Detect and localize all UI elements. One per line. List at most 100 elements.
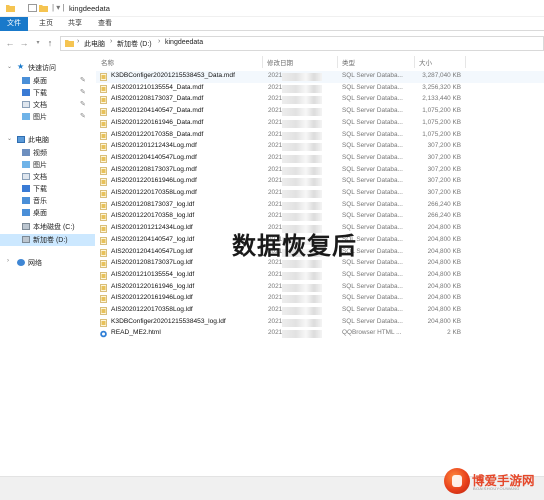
file-size: 204,800 KB (427, 270, 461, 278)
nav-pc-desktop[interactable]: 桌面 (0, 207, 95, 219)
file-row[interactable]: AIS20201220170358_Data.mdf 2021 SQL Server… (96, 130, 544, 142)
nav-pc-videos[interactable]: 视频 (0, 147, 95, 159)
properties-icon[interactable] (28, 4, 37, 12)
file-size: 204,800 KB (427, 259, 461, 267)
new-folder-icon[interactable] (39, 4, 48, 12)
file-row[interactable]: AIS20201208173037_log.ldf 2021 SQL Server … (96, 200, 544, 212)
forward-button[interactable]: → (19, 37, 29, 49)
column-header-size[interactable]: 大小 (419, 57, 432, 67)
tab-view[interactable]: 查看 (94, 17, 116, 31)
file-size: 1,075,200 KB (422, 118, 461, 126)
column-header-type[interactable]: 类型 (342, 57, 355, 67)
file-row[interactable]: AIS20201208173037Log.mdf 2021 SQL Server D… (96, 165, 544, 177)
file-name: K3DBConfiger20201215538453_Data.mdf (111, 72, 235, 79)
file-row[interactable]: READ_ME2.html 2021 QQBrowser HTML ... 2 KB (96, 328, 544, 340)
file-row[interactable]: AIS20201220170358Log.ldf 2021 SQL Server D… (96, 305, 544, 317)
file-size: 204,800 KB (427, 282, 461, 290)
file-row[interactable]: AIS20201220161946Log.mdf 2021 SQL Server D… (96, 176, 544, 188)
network-icon (17, 259, 25, 266)
file-row[interactable]: AIS20201204140547Log.mdf 2021 SQL Server D… (96, 153, 544, 165)
file-name: READ_ME2.html (111, 329, 161, 337)
file-row[interactable]: AIS20201210135554_log.ldf 2021 SQL Server … (96, 270, 544, 282)
file-row[interactable]: K3DBConfiger20201215538453_log.ldf 2021 SQ… (96, 317, 544, 329)
nav-quick-documents[interactable]: 文档 ✎ (0, 99, 95, 111)
column-divider[interactable] (465, 56, 466, 68)
file-row[interactable]: AIS20201204140547_Data.mdf 2021 SQL Server… (96, 106, 544, 118)
breadcrumb-separator[interactable]: › (77, 38, 79, 45)
back-button[interactable]: ← (5, 37, 15, 49)
pin-icon[interactable]: ✎ (80, 76, 86, 84)
nav-label: 文档 (33, 102, 47, 109)
database-file-icon (100, 73, 107, 81)
nav-quick-desktop[interactable]: 桌面 ✎ (0, 75, 95, 87)
breadcrumb-this-pc[interactable]: 此电脑 (84, 39, 105, 49)
file-date: 2021 (268, 95, 283, 103)
file-size: 307,200 KB (427, 165, 461, 173)
breadcrumb-kingdeedata[interactable]: kingdeedata (165, 39, 203, 46)
quick-access-toolbar-dropdown[interactable]: | ▾ | (52, 3, 65, 12)
chevron-right-icon[interactable]: › (7, 258, 9, 264)
breadcrumb-separator[interactable]: › (158, 38, 160, 45)
file-row[interactable]: AIS20201201212434Log.mdf 2021 SQL Server D… (96, 141, 544, 153)
nav-quick-downloads[interactable]: 下载 ✎ (0, 87, 95, 99)
column-divider[interactable] (414, 56, 415, 68)
nav-network[interactable]: › 网络 (0, 257, 95, 269)
file-row[interactable]: AIS20201220161946_log.ldf 2021 SQL Server … (96, 282, 544, 294)
column-header-name[interactable]: 名称 (101, 57, 114, 67)
nav-label: 快速访问 (28, 65, 56, 72)
nav-label: 下载 (33, 90, 47, 97)
nav-pc-drive-c[interactable]: 本地磁盘 (C:) (0, 221, 95, 233)
nav-pc-pictures[interactable]: 图片 (0, 159, 95, 171)
file-row[interactable]: AIS20201220170358_log.ldf 2021 SQL Server … (96, 211, 544, 223)
pin-icon[interactable]: ✎ (80, 88, 86, 96)
file-row[interactable]: K3DBConfiger20201215538453_Data.mdf 2021 S… (96, 71, 544, 83)
column-header-date[interactable]: 修改日期 (267, 57, 293, 67)
file-type: SQL Server Databa... (342, 142, 403, 150)
redacted-date-blur (282, 330, 322, 339)
tab-share[interactable]: 共享 (64, 17, 86, 31)
download-icon (22, 185, 30, 192)
nav-pc-music[interactable]: 音乐 (0, 195, 95, 207)
file-row[interactable]: AIS20201210135554_Data.mdf 2021 SQL Server… (96, 83, 544, 95)
redacted-date-blur (282, 283, 322, 292)
nav-pc-documents[interactable]: 文档 (0, 171, 95, 183)
column-divider[interactable] (337, 56, 338, 68)
column-divider[interactable] (262, 56, 263, 68)
address-bar[interactable]: › 此电脑 › 新加卷 (D:) › kingdeedata (60, 36, 544, 51)
nav-pc-downloads[interactable]: 下载 (0, 183, 95, 195)
desktop-icon (22, 209, 30, 216)
file-name: AIS20201220170358_log.ldf (111, 212, 195, 220)
file-type: SQL Server Databa... (342, 95, 403, 103)
nav-quick-access[interactable]: ⌄ ★ 快速访问 (0, 62, 95, 74)
nav-quick-pictures[interactable]: 图片 ✎ (0, 111, 95, 123)
database-file-icon (100, 84, 107, 93)
file-row[interactable]: AIS20201220161946_Data.mdf 2021 SQL Server… (96, 118, 544, 130)
tab-home[interactable]: 主页 (35, 17, 57, 31)
nav-pc-drive-d[interactable]: 新加卷 (D:) (0, 234, 95, 246)
up-button[interactable]: ↑ (45, 37, 55, 49)
file-type: SQL Server Databa... (342, 189, 403, 196)
download-icon (22, 89, 30, 96)
database-file-icon (100, 143, 107, 152)
pin-icon[interactable]: ✎ (80, 112, 86, 120)
chevron-down-icon[interactable]: ⌄ (7, 63, 12, 70)
file-explorer-window: | ▾ | kingdeedata 文件 主页 共享 查看 ← → ▾ ↑ › … (0, 0, 544, 500)
file-date: 2021 (268, 72, 283, 79)
file-date: 2021 (268, 306, 283, 313)
file-size: 3,256,320 KB (422, 83, 461, 91)
file-row[interactable]: AIS20201220161946Log.ldf 2021 SQL Server D… (96, 293, 544, 305)
star-icon: ★ (17, 62, 25, 71)
file-row[interactable]: AIS20201208173037_Data.mdf 2021 SQL Server… (96, 94, 544, 106)
file-date: 2021 (268, 177, 283, 185)
nav-label: 桌面 (33, 78, 47, 85)
chevron-down-icon[interactable]: ⌄ (7, 135, 12, 142)
recent-locations-button[interactable]: ▾ (33, 37, 43, 49)
breadcrumb-separator[interactable]: › (110, 38, 112, 45)
breadcrumb-drive-d[interactable]: 新加卷 (D:) (117, 39, 152, 49)
nav-this-pc[interactable]: ⌄ 此电脑 (0, 134, 95, 146)
tab-file[interactable]: 文件 (0, 17, 28, 31)
file-row[interactable]: AIS20201220170358Log.mdf 2021 SQL Server D… (96, 188, 544, 200)
pin-icon[interactable]: ✎ (80, 100, 86, 108)
file-name: AIS20201201212434Log.ldf (111, 224, 193, 232)
file-type: SQL Server Databa... (342, 270, 403, 278)
